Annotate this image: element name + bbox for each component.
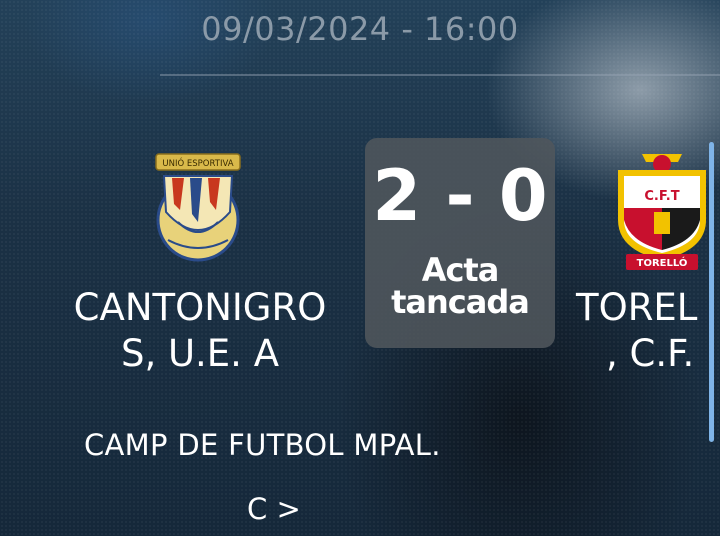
- away-team-crest: C.F.T TORELLÓ: [618, 154, 706, 270]
- match-status-line1: Acta: [421, 251, 500, 289]
- score-box[interactable]: 2 - 0 Acta tancada: [365, 138, 555, 348]
- match-status: Acta tancada: [365, 254, 555, 318]
- home-crest-text: UNIÓ ESPORTIVA: [162, 157, 233, 169]
- venue-more-link[interactable]: C >: [247, 492, 301, 526]
- away-team-name[interactable]: TOREL , C.F.: [576, 285, 720, 377]
- away-team-name-line2: , C.F.: [606, 332, 695, 375]
- away-crest-text-top: C.F.T: [644, 189, 679, 204]
- divider: [160, 74, 720, 76]
- home-team-crest: UNIÓ ESPORTIVA: [155, 153, 241, 262]
- match-datetime: 09/03/2024 - 16:00: [201, 10, 519, 48]
- venue-name: CAMP DE FUTBOL MPAL.: [84, 428, 441, 462]
- away-crest-text-bottom: TORELLÓ: [637, 256, 688, 269]
- scrollbar[interactable]: [709, 142, 714, 442]
- home-team-name-line1: CANTONIGRO: [73, 286, 327, 329]
- match-score: 2 - 0: [372, 155, 548, 237]
- home-team-name-line2: S, U.E. A: [120, 332, 280, 375]
- away-team-name-line1: TOREL: [576, 286, 698, 329]
- match-status-line2: tancada: [391, 283, 530, 321]
- home-team-name[interactable]: CANTONIGRO S, U.E. A: [58, 285, 342, 377]
